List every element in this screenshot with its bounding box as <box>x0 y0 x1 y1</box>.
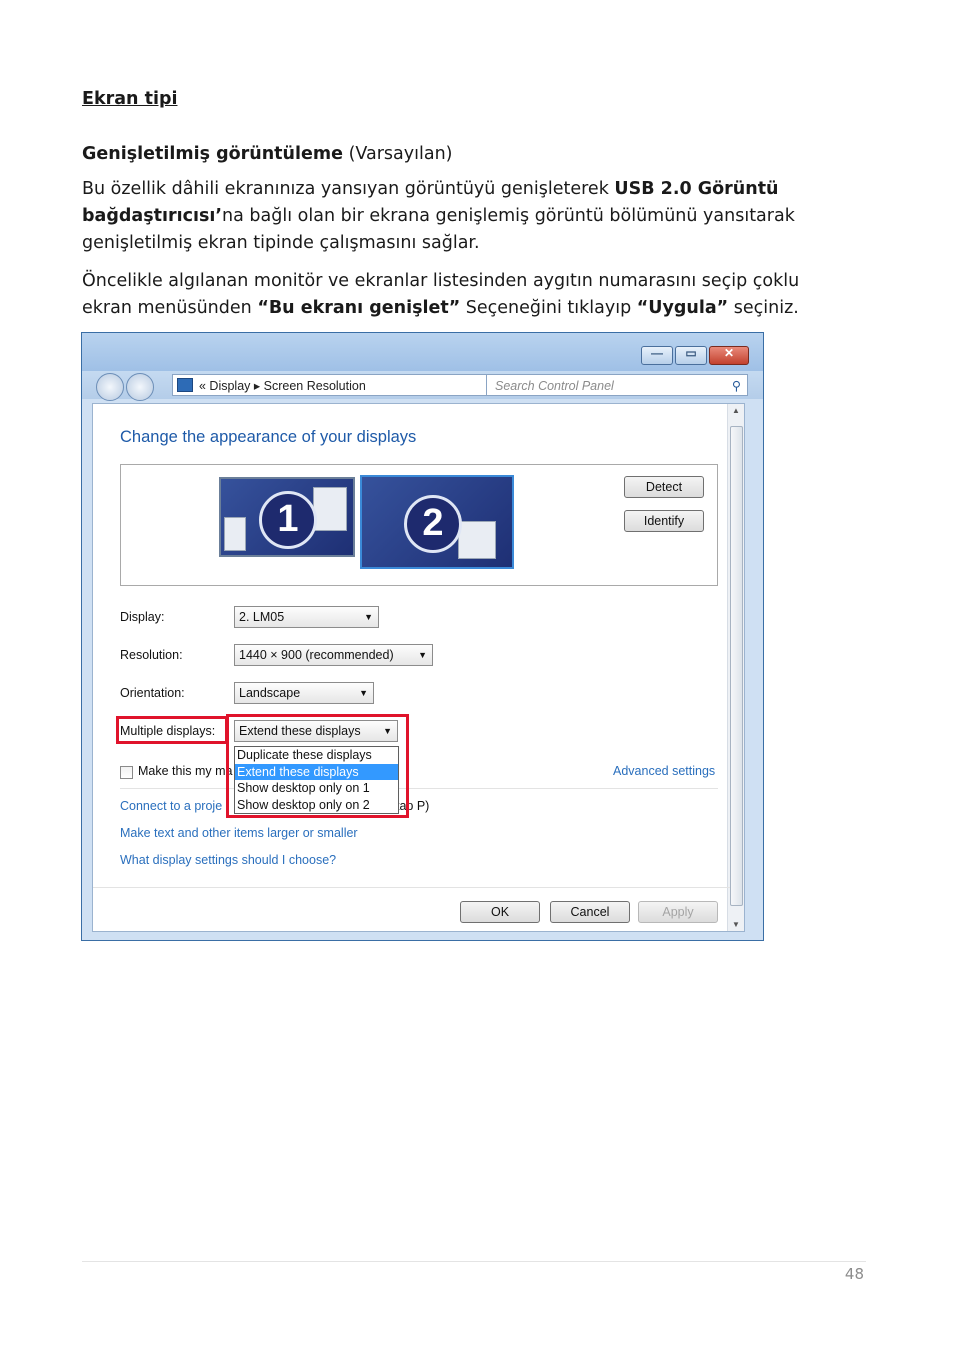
window-controls: — ▭ ✕ <box>639 346 749 365</box>
scroll-down-icon[interactable]: ▼ <box>728 920 744 929</box>
connect-projector-link[interactable]: Connect to a proje <box>120 799 222 813</box>
display-label: Display: <box>120 610 165 624</box>
window-thumbnail-icon <box>313 487 347 531</box>
forward-button[interactable] <box>126 373 154 401</box>
monitor-2[interactable]: 2 <box>360 475 514 569</box>
main-display-checkbox[interactable] <box>120 766 133 779</box>
title-bar: — ▭ ✕ <box>82 333 763 371</box>
p2-bold-1: “Bu ekranı genişlet” <box>257 298 461 318</box>
p2-bold-2: “Uygula” <box>636 298 729 318</box>
cancel-button[interactable]: Cancel <box>550 901 630 923</box>
scroll-up-icon[interactable]: ▲ <box>728 406 744 415</box>
search-placeholder: Search Control Panel <box>495 379 614 393</box>
footer-rule <box>82 1261 866 1262</box>
text-size-link[interactable]: Make text and other items larger or smal… <box>120 826 358 840</box>
ok-button[interactable]: OK <box>460 901 540 923</box>
window-thumbnail-icon <box>224 517 246 551</box>
back-button[interactable] <box>96 373 124 401</box>
monitor-number-2: 2 <box>404 495 462 553</box>
page-number: 48 <box>844 1265 864 1283</box>
identify-button[interactable]: Identify <box>624 510 704 532</box>
chevron-down-icon: ▼ <box>359 688 368 698</box>
monitor-number-1: 1 <box>259 491 317 549</box>
grid-thumbnail-icon <box>458 521 496 559</box>
divider <box>120 788 718 789</box>
close-button[interactable]: ✕ <box>709 346 749 365</box>
p2-text-e: seçiniz. <box>733 298 799 318</box>
highlight-box-dropdown <box>226 714 409 818</box>
chevron-down-icon: ▼ <box>364 612 373 622</box>
footer-divider <box>93 887 730 888</box>
maximize-icon: ▭ <box>685 346 697 360</box>
monitor-1[interactable]: 1 <box>219 477 355 557</box>
scroll-thumb[interactable] <box>730 426 743 906</box>
page-title: Change the appearance of your displays <box>120 428 417 446</box>
control-panel-icon <box>177 378 193 392</box>
subheading-bold: Genişletilmiş görüntüleme <box>82 144 343 164</box>
paragraph-1: Bu özellik dâhili ekranınıza yansıyan gö… <box>82 176 842 257</box>
display-arrangement: 1 2 Detect Identify <box>120 464 718 586</box>
display-value: 2. LM05 <box>239 610 285 624</box>
p2-text-c: Seçeneğini tıklayıp <box>465 298 632 318</box>
make-main-label: Make this my ma <box>138 764 233 778</box>
resolution-value: 1440 × 900 (recommended) <box>239 648 394 662</box>
minimize-icon: — <box>651 346 663 360</box>
paragraph-2: Öncelikle algılanan monitör ve ekranlar … <box>82 268 852 322</box>
vertical-scrollbar[interactable]: ▲ ▼ <box>727 404 744 931</box>
resolution-select[interactable]: 1440 × 900 (recommended) ▼ <box>234 644 433 666</box>
display-select[interactable]: 2. LM05 ▼ <box>234 606 379 628</box>
search-input[interactable]: Search Control Panel ⚲ <box>486 374 748 396</box>
detect-button[interactable]: Detect <box>624 476 704 498</box>
close-icon: ✕ <box>723 346 735 360</box>
maximize-button[interactable]: ▭ <box>675 346 707 365</box>
p1-text-a: Bu özellik dâhili ekranınıza yansıyan gö… <box>82 179 609 199</box>
subheading: Genişletilmiş görüntüleme (Varsayılan) <box>82 141 453 168</box>
resolution-label: Resolution: <box>120 648 183 662</box>
breadcrumb: « Display ▸ Screen Resolution <box>199 379 366 393</box>
apply-button[interactable]: Apply <box>638 901 718 923</box>
minimize-button[interactable]: — <box>641 346 673 365</box>
navigation-bar: « Display ▸ Screen Resolution ▼ ↻ Search… <box>82 371 763 401</box>
orientation-select[interactable]: Landscape ▼ <box>234 682 374 704</box>
orientation-value: Landscape <box>239 686 301 700</box>
subheading-rest: (Varsayılan) <box>348 144 453 164</box>
advanced-settings-link[interactable]: Advanced settings <box>613 764 715 778</box>
search-icon[interactable]: ⚲ <box>732 375 741 397</box>
display-help-link[interactable]: What display settings should I choose? <box>120 853 336 867</box>
section-title: Ekran tipi <box>82 89 178 109</box>
chevron-down-icon: ▼ <box>418 650 427 660</box>
screen-resolution-screenshot: — ▭ ✕ « Display ▸ Screen Resolution ▼ ↻ … <box>81 332 764 941</box>
highlight-box-label <box>116 716 228 744</box>
orientation-label: Orientation: <box>120 686 185 700</box>
client-area: ▲ ▼ Change the appearance of your displa… <box>92 403 745 932</box>
